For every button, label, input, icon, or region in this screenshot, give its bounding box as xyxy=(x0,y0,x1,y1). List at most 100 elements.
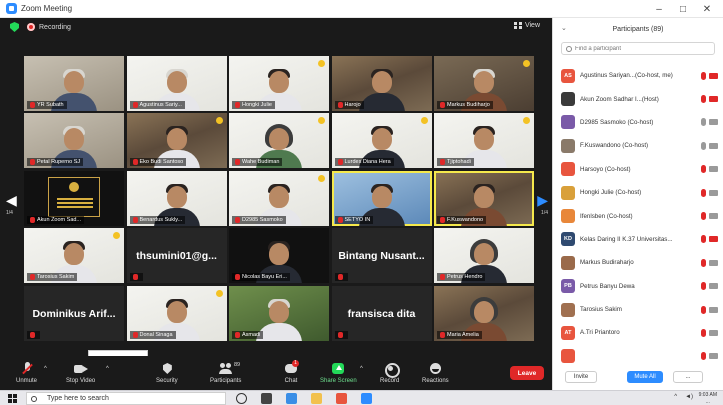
muted-mic-icon[interactable] xyxy=(701,71,706,80)
video-tile[interactable]: Petrus Hendro xyxy=(434,228,534,284)
muted-mic-icon[interactable] xyxy=(701,235,706,244)
chat-button[interactable]: 1 Chat xyxy=(284,356,299,390)
video-tile[interactable]: Petal Ruperno SJ xyxy=(24,113,124,169)
security-button[interactable]: Security xyxy=(156,356,178,390)
file-explorer-icon[interactable] xyxy=(311,393,322,404)
video-tile[interactable]: F.Kuswandono xyxy=(434,170,534,226)
video-tile[interactable]: Tjiptohadi xyxy=(434,113,534,169)
video-camera-icon[interactable] xyxy=(709,142,718,149)
taskbar-search-box[interactable]: Type here to search xyxy=(26,392,226,405)
video-tile[interactable]: Markus Budiharjo xyxy=(434,56,534,111)
video-tile[interactable]: Hongki Julie xyxy=(229,56,329,111)
participant-avatar xyxy=(561,185,575,200)
video-off-icon[interactable] xyxy=(709,236,718,243)
video-tile[interactable]: Bintang Nusant... xyxy=(331,228,432,284)
video-off-icon[interactable] xyxy=(709,96,718,103)
participant-row[interactable]: AT A.Tri Priantoro xyxy=(553,321,723,344)
participant-search-box[interactable] xyxy=(561,42,715,55)
video-tile[interactable]: thsumini01@g... xyxy=(126,228,227,284)
video-tile[interactable]: Benardus Sukly... xyxy=(126,170,227,226)
participant-row[interactable]: Harsoyo (Co-host) xyxy=(553,158,723,181)
share-screen-button[interactable]: Share Screen xyxy=(320,356,357,390)
video-tile[interactable]: Nicolas Bayu Eri... xyxy=(229,228,329,284)
video-tile[interactable]: Donal Sinaga xyxy=(126,285,227,341)
stop-video-button[interactable]: Stop Video xyxy=(66,356,95,390)
participant-row[interactable]: Ifenlsben (Co-host) xyxy=(553,204,723,227)
video-camera-icon[interactable] xyxy=(709,353,718,360)
more-options-button[interactable]: ... xyxy=(673,371,703,383)
collapse-chevron-icon[interactable]: ⌄ xyxy=(561,24,567,32)
record-button[interactable]: Record xyxy=(380,356,400,390)
video-camera-icon[interactable] xyxy=(709,119,718,126)
unmute-button[interactable]: Unmute xyxy=(16,356,37,390)
view-button[interactable]: View xyxy=(513,22,540,29)
close-button[interactable]: ✕ xyxy=(695,4,719,15)
participant-search-input[interactable] xyxy=(575,45,705,52)
muted-mic-icon[interactable] xyxy=(701,95,706,104)
video-camera-icon[interactable] xyxy=(709,189,718,196)
tray-overflow-icon[interactable]: ^ xyxy=(674,394,677,400)
participant-row[interactable]: D2985 Sasmoko (Co-host) xyxy=(553,111,723,134)
encryption-shield-icon[interactable] xyxy=(10,22,19,32)
edge-browser-icon[interactable] xyxy=(286,393,297,404)
volume-icon[interactable]: ◄) xyxy=(685,394,693,400)
minimize-button[interactable]: – xyxy=(647,4,671,15)
maximize-button[interactable]: □ xyxy=(671,4,695,15)
video-tile[interactable]: D2985 Sasmoko xyxy=(229,170,329,226)
cortana-icon[interactable] xyxy=(236,393,247,404)
invite-button[interactable]: Invite xyxy=(565,371,597,383)
taskbar-clock[interactable]: 9:03 AM ... xyxy=(699,392,717,405)
previous-page-icon[interactable]: ◀ xyxy=(6,192,17,209)
video-tile[interactable]: Harojo xyxy=(331,56,432,111)
video-tile[interactable]: SETYO IN xyxy=(331,170,432,226)
mic-icon[interactable] xyxy=(701,141,706,150)
mute-all-button[interactable]: Mute All xyxy=(627,371,663,383)
video-gallery: Recording View YR Subath Agustinus Sariy.… xyxy=(0,18,552,360)
participant-row[interactable]: F.Kuswandono (Co-host) xyxy=(553,134,723,157)
video-camera-icon[interactable] xyxy=(709,329,718,336)
video-tile[interactable]: YR Subath xyxy=(24,56,124,111)
video-tile[interactable]: Wahe Budiman xyxy=(229,113,329,169)
muted-mic-icon[interactable] xyxy=(701,165,706,174)
windows-start-icon[interactable] xyxy=(8,394,17,403)
participant-row[interactable]: Hongki Julie (Co-host) xyxy=(553,181,723,204)
video-tile[interactable]: Maria Amelia xyxy=(434,285,534,341)
participant-row[interactable]: Markus Budiraharjo xyxy=(553,251,723,274)
video-tile[interactable]: Dominikus Arif... xyxy=(24,285,124,341)
task-view-icon[interactable] xyxy=(261,393,272,404)
muted-mic-icon[interactable] xyxy=(701,328,706,337)
participant-row[interactable]: Akun Zoom Sadhar I...(Host) xyxy=(553,87,723,110)
leave-button[interactable]: Leave xyxy=(510,366,544,380)
participant-row[interactable]: KD Kelas Daring II K.37 Universitas... xyxy=(553,228,723,251)
video-tile[interactable]: Eko Budi Santoso xyxy=(126,113,227,169)
mic-icon[interactable] xyxy=(701,118,706,127)
share-options-chevron-icon[interactable]: ^ xyxy=(360,366,363,372)
muted-mic-icon[interactable] xyxy=(701,258,706,267)
video-tile[interactable]: fransisca dita xyxy=(331,285,432,341)
video-options-chevron-icon[interactable]: ^ xyxy=(106,366,109,372)
muted-mic-icon[interactable] xyxy=(701,282,706,291)
video-tile[interactable]: Lurdes Diana Hera xyxy=(331,113,432,169)
video-tile[interactable]: Agustinus Sariy... xyxy=(126,56,227,111)
video-camera-icon[interactable] xyxy=(709,259,718,266)
next-page-icon[interactable]: ▶ xyxy=(537,192,548,209)
video-camera-icon[interactable] xyxy=(709,166,718,173)
video-tile[interactable]: Asmadi xyxy=(229,285,329,341)
muted-mic-icon[interactable] xyxy=(701,352,706,361)
chrome-browser-icon[interactable] xyxy=(336,393,347,404)
participant-row[interactable]: Tarosius Sakim xyxy=(553,298,723,321)
muted-mic-icon[interactable] xyxy=(701,305,706,314)
video-camera-icon[interactable] xyxy=(709,283,718,290)
participant-row[interactable]: AS Agustinus Sariyan...(Co-host, me) xyxy=(553,64,723,87)
zoom-taskbar-icon[interactable] xyxy=(361,393,372,404)
reactions-button[interactable]: Reactions xyxy=(422,356,449,390)
video-tile[interactable]: Akun Zoom Sad... xyxy=(24,170,124,226)
video-tile[interactable]: Tarosius Sakim xyxy=(24,228,124,284)
muted-mic-icon[interactable] xyxy=(701,212,706,221)
participant-row[interactable]: PB Petrus Banyu Dewa xyxy=(553,275,723,298)
video-off-icon[interactable] xyxy=(709,72,718,79)
audio-options-chevron-icon[interactable]: ^ xyxy=(44,366,47,372)
muted-mic-icon[interactable] xyxy=(701,188,706,197)
video-camera-icon[interactable] xyxy=(709,213,718,220)
video-camera-icon[interactable] xyxy=(709,306,718,313)
